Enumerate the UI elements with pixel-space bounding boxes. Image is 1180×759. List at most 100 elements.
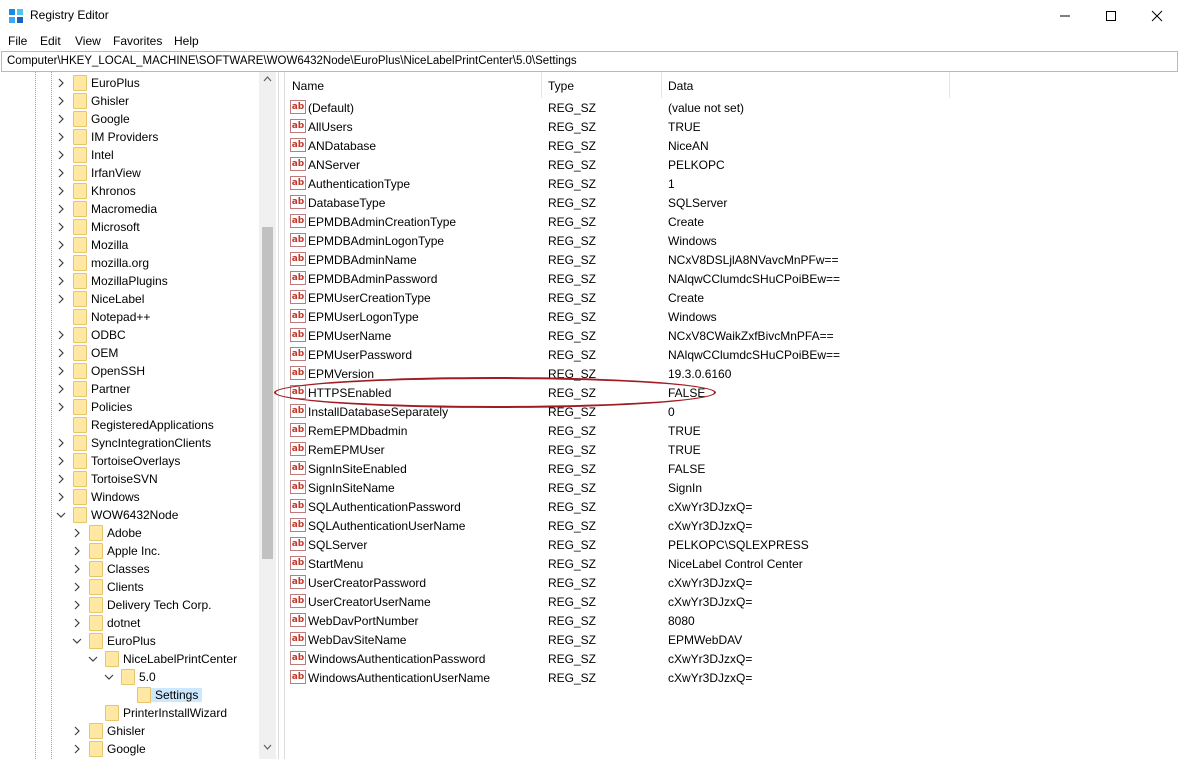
tree-item[interactable]: Intel — [1, 146, 259, 164]
chevron-right-icon[interactable] — [56, 455, 66, 467]
chevron-right-icon[interactable] — [56, 401, 66, 413]
value-row[interactable]: ab SQLAuthenticationPassword REG_SZ cXwYr3D… — [285, 497, 1179, 516]
tree-item[interactable]: mozilla.org — [1, 254, 259, 272]
tree-item[interactable]: Macromedia — [1, 200, 259, 218]
tree-item[interactable]: ODBC — [1, 326, 259, 344]
value-row[interactable]: ab ANServer REG_SZ PELKOPC — [285, 155, 1179, 174]
minimize-button[interactable] — [1042, 0, 1088, 31]
value-row[interactable]: ab SQLServer REG_SZ PELKOPC\SQLEXPRESS — [285, 535, 1179, 554]
column-divider[interactable] — [949, 72, 950, 98]
tree-item[interactable]: Policies — [1, 398, 259, 416]
tree-item[interactable]: IrfanView — [1, 164, 259, 182]
tree-item[interactable]: TortoiseSVN — [1, 470, 259, 488]
address-bar[interactable]: Computer\HKEY_LOCAL_MACHINE\SOFTWARE\WOW… — [1, 51, 1178, 72]
value-row[interactable]: ab StartMenu REG_SZ NiceLabel Control Cente… — [285, 554, 1179, 573]
tree-item[interactable]: Classes — [1, 560, 259, 578]
tree-item[interactable]: Microsoft — [1, 218, 259, 236]
tree-item[interactable]: dotnet — [1, 614, 259, 632]
value-row[interactable]: ab DatabaseType REG_SZ SQLServer — [285, 193, 1179, 212]
chevron-right-icon[interactable] — [56, 221, 66, 233]
chevron-right-icon[interactable] — [56, 185, 66, 197]
scroll-up-icon[interactable] — [262, 74, 273, 84]
tree-item[interactable]: Apple Inc. — [1, 542, 259, 560]
tree-item[interactable]: WOW6432Node — [1, 506, 259, 524]
tree-item[interactable]: PrinterInstallWizard — [1, 704, 259, 722]
maximize-button[interactable] — [1088, 0, 1134, 31]
chevron-right-icon[interactable] — [56, 383, 66, 395]
tree-scrollbar-thumb[interactable] — [262, 227, 273, 559]
value-row[interactable]: ab EPMDBAdminLogonType REG_SZ Windows — [285, 231, 1179, 250]
chevron-right-icon[interactable] — [56, 473, 66, 485]
tree-item[interactable]: IM Providers — [1, 128, 259, 146]
tree-item[interactable]: EuroPlus — [1, 74, 259, 92]
menu-favorites[interactable]: Favorites — [113, 34, 162, 48]
column-divider[interactable] — [661, 72, 662, 98]
chevron-right-icon[interactable] — [56, 203, 66, 215]
value-row[interactable]: ab RemEPMDbadmin REG_SZ TRUE — [285, 421, 1179, 440]
chevron-right-icon[interactable] — [72, 725, 82, 737]
chevron-right-icon[interactable] — [72, 563, 82, 575]
chevron-down-icon[interactable] — [56, 509, 66, 521]
value-row[interactable]: ab EPMDBAdminCreationType REG_SZ Create — [285, 212, 1179, 231]
value-row[interactable]: ab EPMDBAdminName REG_SZ NCxV8DSLjlA8NVavcM… — [285, 250, 1179, 269]
chevron-right-icon[interactable] — [56, 257, 66, 269]
chevron-right-icon[interactable] — [56, 95, 66, 107]
tree-item[interactable]: EuroPlus — [1, 632, 259, 650]
tree-item[interactable]: MozillaPlugins — [1, 272, 259, 290]
address-path[interactable]: Computer\HKEY_LOCAL_MACHINE\SOFTWARE\WOW… — [7, 55, 577, 67]
menu-edit[interactable]: Edit — [40, 34, 61, 48]
value-row[interactable]: ab EPMDBAdminPassword REG_SZ NAlqwCClumdcSH… — [285, 269, 1179, 288]
tree-item[interactable]: Adobe — [1, 524, 259, 542]
chevron-right-icon[interactable] — [56, 239, 66, 251]
chevron-right-icon[interactable] — [72, 599, 82, 611]
value-row[interactable]: ab EPMUserLogonType REG_SZ Windows — [285, 307, 1179, 326]
tree-item[interactable]: Khronos — [1, 182, 259, 200]
tree-item[interactable]: Settings — [1, 686, 259, 704]
value-row[interactable]: ab SQLAuthenticationUserName REG_SZ cXwYr3D… — [285, 516, 1179, 535]
chevron-right-icon[interactable] — [72, 527, 82, 539]
tree-item[interactable]: SyncIntegrationClients — [1, 434, 259, 452]
chevron-right-icon[interactable] — [72, 743, 82, 755]
tree-item[interactable]: NiceLabelPrintCenter — [1, 650, 259, 668]
chevron-right-icon[interactable] — [56, 77, 66, 89]
values-list[interactable]: Name Type Data ab (Default) REG_SZ (value n… — [284, 72, 1178, 759]
tree-item[interactable]: Mozilla — [1, 236, 259, 254]
value-row[interactable]: ab UserCreatorPassword REG_SZ cXwYr3DJzxQ= — [285, 573, 1179, 592]
value-row[interactable]: ab EPMUserCreationType REG_SZ Create — [285, 288, 1179, 307]
close-button[interactable] — [1134, 0, 1180, 31]
value-row[interactable]: ab WindowsAuthenticationPassword REG_SZ cXw… — [285, 649, 1179, 668]
tree-item[interactable]: Partner — [1, 380, 259, 398]
tree-item[interactable]: NiceLabel — [1, 290, 259, 308]
chevron-right-icon[interactable] — [56, 437, 66, 449]
chevron-right-icon[interactable] — [56, 275, 66, 287]
value-row[interactable]: ab SignInSiteName REG_SZ SignIn — [285, 478, 1179, 497]
chevron-right-icon[interactable] — [56, 131, 66, 143]
chevron-right-icon[interactable] — [56, 491, 66, 503]
column-name-header[interactable]: Name — [292, 79, 324, 93]
chevron-right-icon[interactable] — [72, 545, 82, 557]
column-divider[interactable] — [541, 72, 542, 98]
scroll-down-icon[interactable] — [262, 742, 273, 752]
value-row[interactable]: ab EPMUserName REG_SZ NCxV8CWaikZxfBivcMnPF… — [285, 326, 1179, 345]
tree-item[interactable]: TortoiseOverlays — [1, 452, 259, 470]
chevron-right-icon[interactable] — [56, 167, 66, 179]
tree-item[interactable]: Google — [1, 110, 259, 128]
value-row[interactable]: ab (Default) REG_SZ (value not set) — [285, 98, 1179, 117]
tree-item[interactable]: RegisteredApplications — [1, 416, 259, 434]
menu-help[interactable]: Help — [174, 34, 199, 48]
value-row[interactable]: ab WebDavSiteName REG_SZ EPMWebDAV — [285, 630, 1179, 649]
tree-item[interactable]: Google — [1, 740, 259, 758]
value-row[interactable]: ab UserCreatorUserName REG_SZ cXwYr3DJzxQ= — [285, 592, 1179, 611]
key-tree[interactable]: EuroPlus Ghisler Google IM Providers Intel Ir… — [1, 72, 279, 759]
chevron-right-icon[interactable] — [72, 617, 82, 629]
value-row[interactable]: ab ANDatabase REG_SZ NiceAN — [285, 136, 1179, 155]
column-data-header[interactable]: Data — [668, 79, 693, 93]
chevron-down-icon[interactable] — [104, 671, 114, 683]
menu-view[interactable]: View — [75, 34, 101, 48]
value-row[interactable]: ab RemEPMUser REG_SZ TRUE — [285, 440, 1179, 459]
value-row[interactable]: ab WindowsAuthenticationUserName REG_SZ cXw… — [285, 668, 1179, 687]
chevron-right-icon[interactable] — [72, 581, 82, 593]
tree-item[interactable]: OpenSSH — [1, 362, 259, 380]
tree-item[interactable]: Notepad++ — [1, 308, 259, 326]
tree-item[interactable]: OEM — [1, 344, 259, 362]
